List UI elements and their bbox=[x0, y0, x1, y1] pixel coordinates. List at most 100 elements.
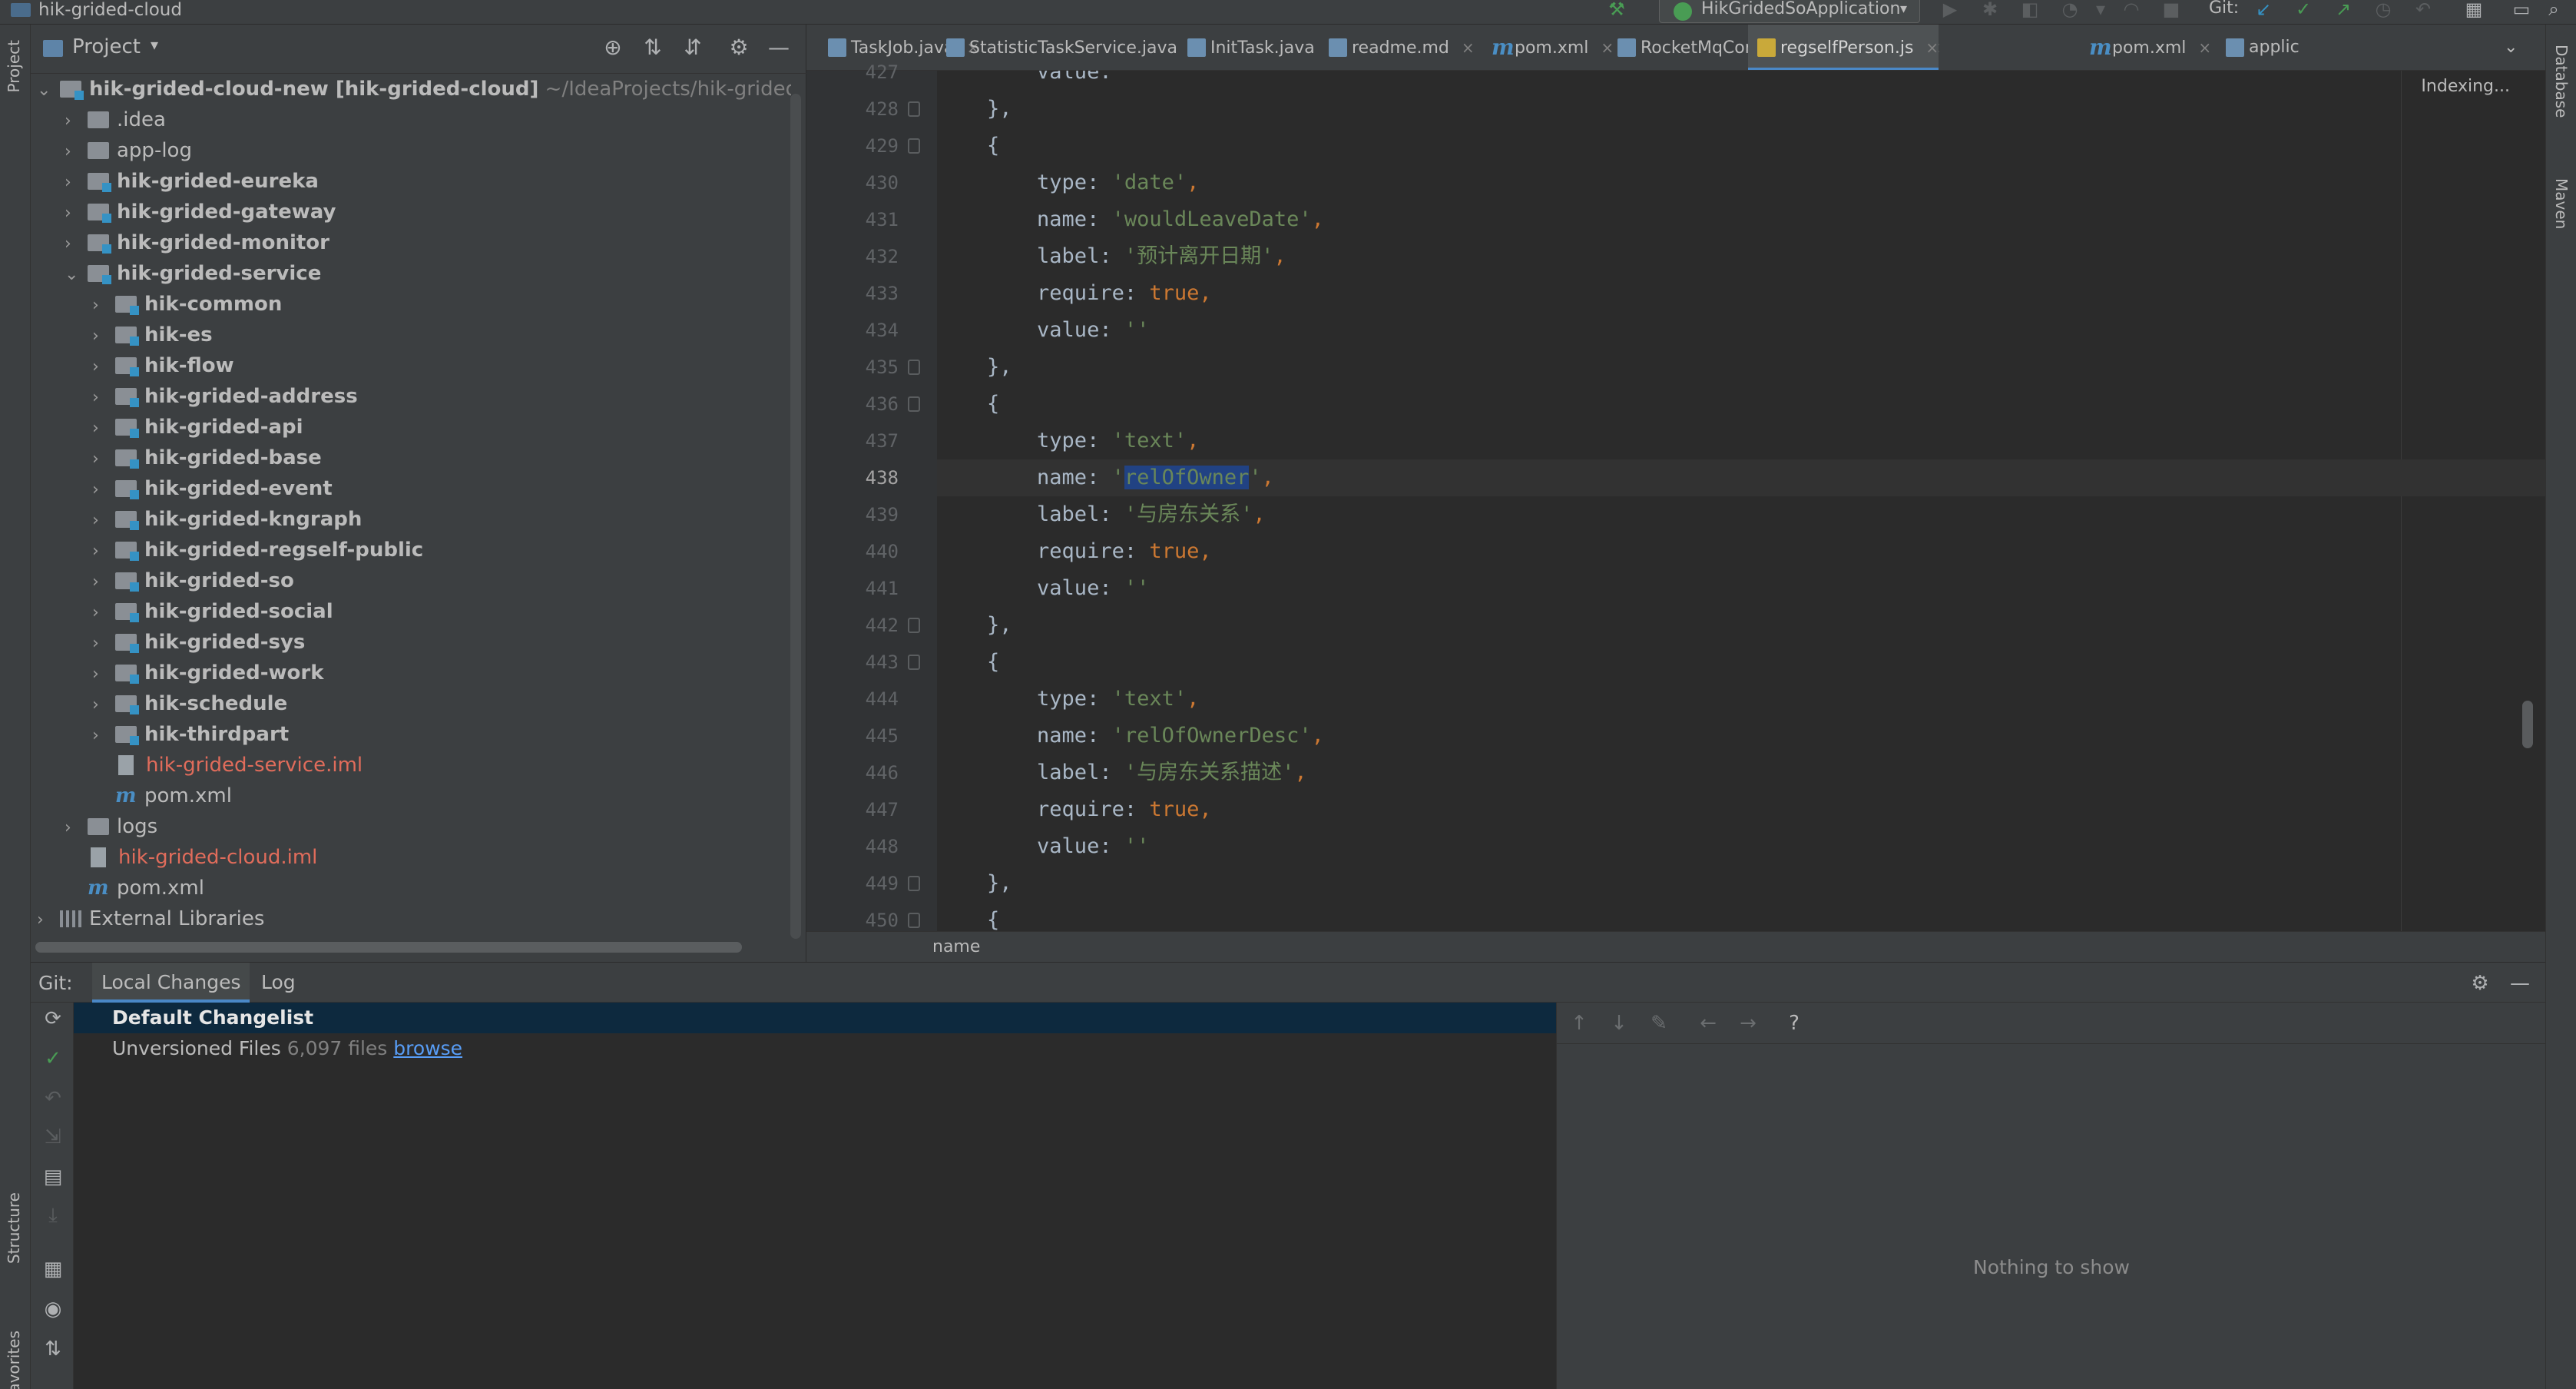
search-icon[interactable]: ⌕ bbox=[2542, 0, 2565, 22]
history-icon[interactable]: ◷ bbox=[2372, 0, 2395, 22]
chevron-right-icon[interactable]: › bbox=[92, 352, 115, 383]
fold-marker-icon[interactable] bbox=[908, 655, 920, 670]
chevron-right-icon[interactable]: › bbox=[92, 628, 115, 659]
tree-item[interactable]: › External Libraries bbox=[37, 903, 264, 934]
chevron-right-icon[interactable]: › bbox=[65, 106, 88, 137]
code-line[interactable]: type: 'text', bbox=[937, 423, 2545, 459]
gear-icon[interactable]: ⚙ bbox=[2467, 970, 2493, 996]
code-line[interactable]: value: '' bbox=[937, 570, 2545, 607]
arrow-down-icon[interactable]: ↓ bbox=[1606, 1010, 1632, 1036]
fold-marker-icon[interactable] bbox=[908, 360, 920, 375]
code-line[interactable]: label: '与房东关系描述', bbox=[937, 754, 2545, 791]
tree-item[interactable]: › hik-grided-address bbox=[92, 381, 358, 412]
tree-item[interactable]: › hik-grided-base bbox=[92, 443, 322, 473]
run-icon[interactable]: ▶ bbox=[1939, 0, 1962, 22]
edit-icon[interactable]: ✎ bbox=[1646, 1010, 1672, 1036]
editor-tab[interactable]: regselfPerson.js × bbox=[1748, 25, 1939, 70]
tab-local-changes[interactable]: Local Changes bbox=[92, 963, 250, 1003]
chevron-right-icon[interactable]: › bbox=[92, 321, 115, 352]
chevron-right-icon[interactable]: › bbox=[65, 137, 88, 167]
chevron-right-icon[interactable]: › bbox=[92, 536, 115, 567]
tree-horizontal-scrollbar[interactable] bbox=[35, 942, 742, 953]
code-line[interactable]: name: 'relOfOwner', bbox=[937, 459, 2545, 496]
debug-icon[interactable]: ✱ bbox=[1978, 0, 2002, 22]
changelist-icon[interactable]: ▤ bbox=[41, 1165, 65, 1188]
chevron-right-icon[interactable]: › bbox=[37, 905, 60, 936]
default-changelist-row[interactable]: Default Changelist bbox=[74, 1003, 1556, 1033]
code-line[interactable]: require: true, bbox=[937, 791, 2545, 828]
chevron-right-icon[interactable]: › bbox=[92, 721, 115, 751]
structure-tool-tab[interactable]: Structure bbox=[5, 1192, 23, 1264]
run-configuration-select[interactable]: HikGridedSoApplication ▾ bbox=[1659, 0, 1920, 23]
expand-all-icon[interactable]: ⇅ bbox=[41, 1338, 65, 1361]
tree-item[interactable]: hik-grided-service.iml bbox=[92, 750, 363, 781]
maven-tool-tab[interactable]: Maven bbox=[2552, 178, 2571, 229]
code-line[interactable]: name: 'relOfOwnerDesc', bbox=[937, 718, 2545, 754]
tree-item[interactable]: › hik-grided-regself-public bbox=[92, 535, 423, 565]
chevron-right-icon[interactable]: › bbox=[92, 659, 115, 690]
chevron-right-icon[interactable]: › bbox=[92, 383, 115, 413]
fold-marker-icon[interactable] bbox=[908, 138, 920, 154]
shelve-icon[interactable]: ⤓ bbox=[41, 1204, 65, 1227]
favorites-tool-tab[interactable]: Favorites bbox=[5, 1331, 23, 1389]
code-line[interactable]: label: '预计离开日期', bbox=[937, 238, 2545, 275]
chevron-down-icon[interactable]: ▾ bbox=[2089, 0, 2112, 22]
build-hammer-icon[interactable]: ⚒ bbox=[1605, 0, 1628, 22]
chevron-right-icon[interactable]: › bbox=[65, 813, 88, 844]
code-line[interactable]: label: '与房东关系', bbox=[937, 496, 2545, 533]
code-line[interactable]: { bbox=[937, 128, 2545, 164]
git-update-icon[interactable]: ↙ bbox=[2252, 0, 2275, 22]
chevron-right-icon[interactable]: › bbox=[65, 167, 88, 198]
tree-item[interactable]: › logs bbox=[65, 811, 157, 842]
fold-marker-icon[interactable] bbox=[908, 101, 920, 117]
chevron-right-icon[interactable]: › bbox=[92, 506, 115, 536]
gear-icon[interactable]: ⚙ bbox=[725, 34, 753, 61]
project-structure-icon[interactable]: ▦ bbox=[2462, 0, 2485, 22]
tree-item[interactable]: hik-grided-cloud.iml bbox=[65, 842, 317, 873]
git-commit-icon[interactable]: ✓ bbox=[2292, 0, 2315, 22]
chevron-right-icon[interactable]: › bbox=[92, 475, 115, 506]
eye-icon[interactable]: ◉ bbox=[41, 1298, 65, 1321]
chevron-right-icon[interactable]: › bbox=[92, 413, 115, 444]
code-line[interactable]: type: 'text', bbox=[937, 681, 2545, 718]
tree-item[interactable]: m pom.xml bbox=[92, 781, 232, 811]
tree-item[interactable]: › app-log bbox=[65, 135, 192, 166]
chevron-right-icon[interactable]: › bbox=[92, 444, 115, 475]
tree-item[interactable]: › hik-es bbox=[92, 320, 213, 350]
chevron-right-icon[interactable]: › bbox=[92, 598, 115, 628]
rollback-icon[interactable]: ↶ bbox=[2412, 0, 2435, 22]
fold-marker-icon[interactable] bbox=[908, 618, 920, 633]
group-by-icon[interactable]: ▦ bbox=[41, 1258, 65, 1281]
arrow-up-icon[interactable]: ↑ bbox=[1566, 1010, 1592, 1036]
code-editor[interactable]: Indexing... value: '' }, { type: 'date',… bbox=[937, 71, 2545, 931]
code-line[interactable]: { bbox=[937, 902, 2545, 931]
chevron-right-icon[interactable]: › bbox=[65, 198, 88, 229]
fold-marker-icon[interactable] bbox=[908, 913, 920, 928]
editor-tab[interactable]: InitTask.java× bbox=[1178, 25, 1340, 70]
code-line[interactable]: value: '' bbox=[937, 312, 2545, 349]
tree-item[interactable]: › hik-grided-kngraph bbox=[92, 504, 362, 535]
tree-item[interactable]: › hik-common bbox=[92, 289, 282, 320]
close-icon[interactable]: × bbox=[1925, 38, 1939, 57]
browse-link[interactable]: browse bbox=[393, 1037, 462, 1059]
presentation-icon[interactable]: ▭ bbox=[2510, 0, 2533, 22]
chevron-down-icon[interactable]: ⌄ bbox=[65, 260, 88, 290]
editor-tab[interactable]: applic bbox=[2217, 25, 2300, 70]
git-push-icon[interactable]: ↗ bbox=[2332, 0, 2355, 22]
chevron-right-icon[interactable]: › bbox=[65, 229, 88, 260]
tree-item[interactable]: › hik-grided-event bbox=[92, 473, 333, 504]
attach-profiler-icon[interactable]: ◠ bbox=[2120, 0, 2143, 22]
chevron-down-icon[interactable]: ▾ bbox=[151, 35, 158, 54]
editor-tab[interactable]: StatisticTaskService.java× bbox=[937, 25, 1203, 70]
code-line[interactable]: }, bbox=[937, 91, 2545, 128]
code-line[interactable]: value: '' bbox=[937, 828, 2545, 865]
tree-item[interactable]: › hik-grided-social bbox=[92, 596, 333, 627]
tree-item[interactable]: m pom.xml bbox=[65, 873, 204, 903]
hide-panel-icon[interactable]: — bbox=[2507, 970, 2533, 996]
database-tool-tab[interactable]: Database bbox=[2552, 45, 2571, 118]
code-line[interactable]: { bbox=[937, 644, 2545, 681]
code-line[interactable]: require: true, bbox=[937, 533, 2545, 570]
code-line[interactable]: }, bbox=[937, 865, 2545, 902]
refresh-icon[interactable]: ⟳ bbox=[41, 1007, 65, 1030]
code-line[interactable]: }, bbox=[937, 607, 2545, 644]
